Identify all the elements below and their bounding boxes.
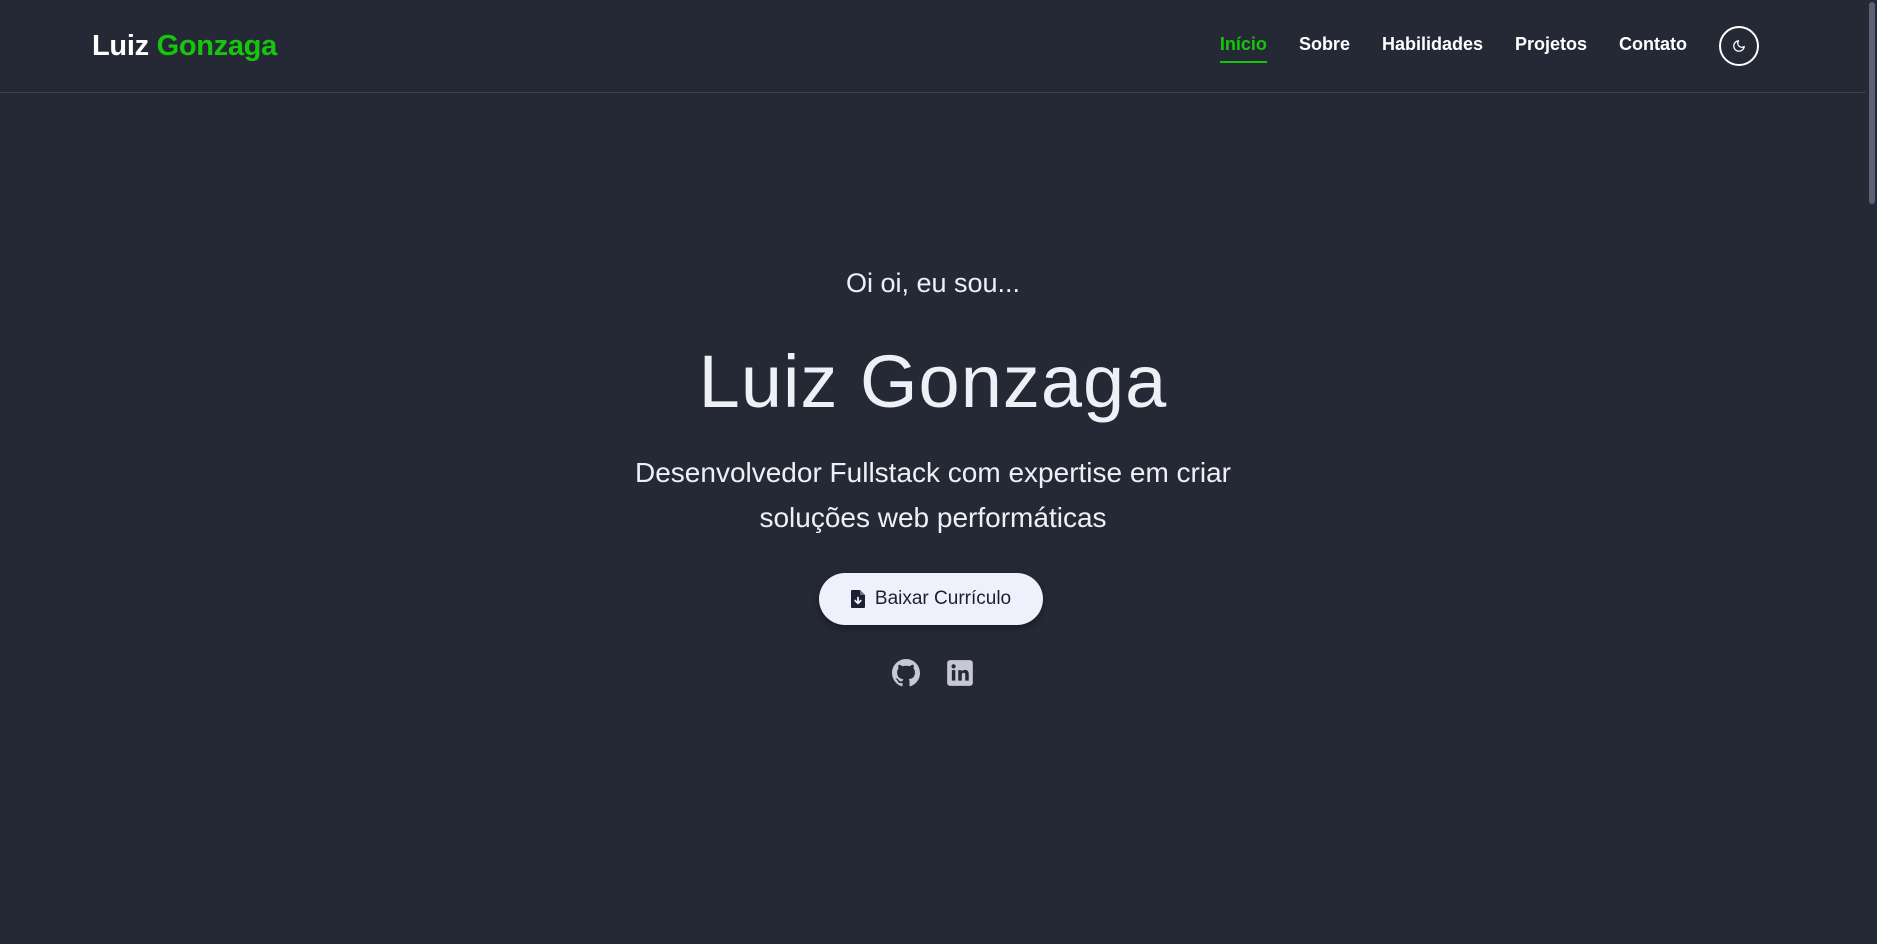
logo-first-name: Luiz <box>92 29 149 62</box>
linkedin-link[interactable] <box>946 659 974 687</box>
theme-toggle-button[interactable] <box>1719 26 1759 66</box>
nav-link-sobre[interactable]: Sobre <box>1299 30 1350 63</box>
logo-last-name: Gonzaga <box>156 29 278 62</box>
moon-icon <box>1733 40 1745 52</box>
download-cv-label: Baixar Currículo <box>874 588 1012 609</box>
social-links <box>0 659 1866 687</box>
hero-name: Luiz Gonzaga <box>698 340 1168 423</box>
hero-section: Oi oi, eu sou... Luiz Gonzaga Desenvolve… <box>0 94 1866 944</box>
github-link[interactable] <box>892 659 920 687</box>
logo[interactable]: Luiz Gonzaga <box>92 30 277 63</box>
scrollbar[interactable] <box>1866 0 1877 944</box>
download-cv-button[interactable]: Baixar Currículo <box>819 573 1043 625</box>
nav-link-projetos[interactable]: Projetos <box>1515 30 1587 63</box>
hero-greeting: Oi oi, eu sou... <box>845 268 1021 298</box>
scrollbar-thumb[interactable] <box>1869 2 1875 204</box>
file-download-icon <box>850 590 865 608</box>
github-icon <box>892 659 920 687</box>
nav-links: Início Sobre Habilidades Projetos Contat… <box>1219 30 1687 63</box>
nav-link-contato[interactable]: Contato <box>1619 30 1687 63</box>
nav-link-inicio[interactable]: Início <box>1219 30 1267 63</box>
linkedin-icon <box>947 660 973 686</box>
nav-right: Início Sobre Habilidades Projetos Contat… <box>1219 26 1759 66</box>
nav-link-habilidades[interactable]: Habilidades <box>1382 30 1483 63</box>
navbar: Luiz Gonzaga Início Sobre Habilidades Pr… <box>0 0 1866 93</box>
hero-subtitle: Desenvolvedor Fullstack com expertise em… <box>635 457 1231 533</box>
